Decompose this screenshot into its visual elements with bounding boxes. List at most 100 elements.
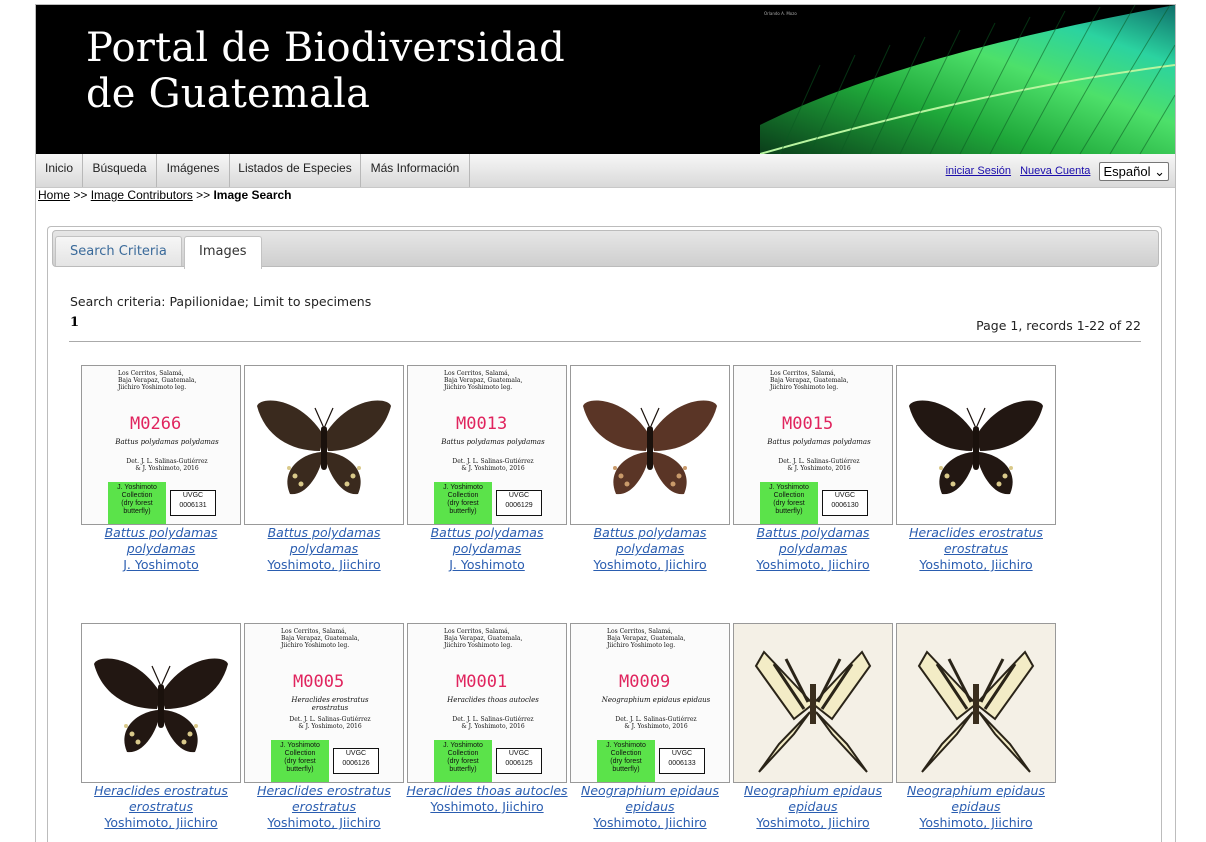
- catalog-tag: UVGC 0006130: [822, 490, 868, 516]
- species-link[interactable]: Heraclides erostratus erostratus: [77, 783, 245, 815]
- catalog-tag: UVGC 0006129: [496, 490, 542, 516]
- image-caption: Neographium epidaus epidaus Yoshimoto, Ji…: [892, 783, 1060, 831]
- species-link[interactable]: Battus polydamas polydamas: [403, 525, 571, 557]
- specimen-code: M0013: [456, 414, 508, 434]
- contributor-link[interactable]: J. Yoshimoto: [403, 557, 571, 573]
- contributor-link[interactable]: J. Yoshimoto: [77, 557, 245, 573]
- nav-mas-informacion[interactable]: Más Información: [361, 154, 470, 187]
- image-caption: Heraclides erostratus erostratus Yoshimot…: [892, 525, 1060, 573]
- species-link[interactable]: Heraclides thoas autocles: [403, 783, 571, 799]
- site-banner: Portal de Biodiversidad de Guatemala Orl…: [36, 5, 1175, 154]
- collection-label: J. Yoshimoto Collection (dry forest butt…: [108, 482, 166, 524]
- nav-imagenes[interactable]: Imágenes: [157, 154, 230, 187]
- image-result: Neographium epidaus epidaus Yoshimoto, Ji…: [896, 623, 1056, 842]
- chevron-down-icon: ⌄: [1154, 164, 1165, 179]
- label-determiner: Det. J. L. Salinas-Gutiérrez & J. Yoshim…: [452, 458, 534, 472]
- species-link[interactable]: Neographium epidaus epidaus: [892, 783, 1060, 815]
- contributor-link[interactable]: Yoshimoto, Jiichiro: [566, 557, 734, 573]
- main-nav: Inicio Búsqueda Imágenes Listados de Esp…: [36, 154, 1175, 188]
- language-select[interactable]: Español ⌄: [1099, 162, 1169, 181]
- label-species: Heraclides thoas autocles: [447, 696, 539, 704]
- contributor-link[interactable]: Yoshimoto, Jiichiro: [566, 815, 734, 831]
- breadcrumb-separator: >>: [196, 188, 211, 202]
- species-link[interactable]: Battus polydamas polydamas: [240, 525, 408, 557]
- collection-label: J. Yoshimoto Collection (dry forest butt…: [271, 740, 329, 782]
- image-thumbnail[interactable]: [244, 365, 404, 525]
- image-thumbnail[interactable]: [733, 623, 893, 783]
- contributor-link[interactable]: Yoshimoto, Jiichiro: [729, 557, 897, 573]
- image-thumbnail[interactable]: [570, 365, 730, 525]
- image-thumbnail[interactable]: [81, 623, 241, 783]
- divider: [69, 341, 1141, 342]
- collection-label: J. Yoshimoto Collection (dry forest butt…: [434, 482, 492, 524]
- image-result: Los Cerritos, Salamá, Baja Verapaz, Guat…: [406, 623, 568, 842]
- label-locality: Los Cerritos, Salamá, Baja Verapaz, Guat…: [770, 370, 849, 391]
- tab-bar: Search Criteria Images: [52, 230, 1159, 269]
- image-result: Los Cerritos, Salamá, Baja Verapaz, Guat…: [570, 623, 730, 842]
- species-link[interactable]: Heraclides erostratus erostratus: [240, 783, 408, 815]
- image-thumbnail[interactable]: Los Cerritos, Salamá, Baja Verapaz, Guat…: [81, 365, 241, 525]
- image-caption: Battus polydamas polydamas Yoshimoto, Jii…: [729, 525, 897, 573]
- label-determiner: Det. J. L. Salinas-Gutiérrez & J. Yoshim…: [452, 716, 534, 730]
- language-value: Español: [1103, 164, 1151, 179]
- image-caption: Battus polydamas polydamas J. Yoshimoto: [403, 525, 571, 573]
- contributor-link[interactable]: Yoshimoto, Jiichiro: [729, 815, 897, 831]
- species-link[interactable]: Battus polydamas polydamas: [77, 525, 245, 557]
- nav-inicio[interactable]: Inicio: [36, 154, 83, 187]
- image-thumbnail[interactable]: Los Cerritos, Salamá, Baja Verapaz, Guat…: [407, 623, 567, 783]
- image-caption: Neographium epidaus epidaus Yoshimoto, Ji…: [566, 783, 734, 831]
- image-result: Neographium epidaus epidaus Yoshimoto, Ji…: [733, 623, 893, 842]
- image-result: Los Cerritos, Salamá, Baja Verapaz, Guat…: [407, 365, 567, 605]
- contributor-link[interactable]: Yoshimoto, Jiichiro: [240, 815, 408, 831]
- species-link[interactable]: Neographium epidaus epidaus: [566, 783, 734, 815]
- image-caption: Heraclides erostratus erostratus Yoshimot…: [77, 783, 245, 831]
- image-caption: Battus polydamas polydamas Yoshimoto, Jii…: [566, 525, 734, 573]
- image-thumbnail[interactable]: Los Cerritos, Salamá, Baja Verapaz, Guat…: [407, 365, 567, 525]
- breadcrumb: Home >> Image Contributors >> Image Sear…: [38, 188, 292, 202]
- specimen-code: M0015: [782, 414, 834, 434]
- breadcrumb-home[interactable]: Home: [38, 188, 70, 202]
- image-result: Los Cerritos, Salamá, Baja Verapaz, Guat…: [244, 623, 404, 842]
- nav-busqueda[interactable]: Búsqueda: [83, 154, 157, 187]
- quetzal-feather-icon: [760, 5, 1175, 154]
- species-link[interactable]: Neographium epidaus epidaus: [729, 783, 897, 815]
- search-criteria-text: Search criteria: Papilionidae; Limit to …: [70, 294, 372, 309]
- new-account-link[interactable]: Nueva Cuenta: [1020, 165, 1090, 177]
- login-link[interactable]: iniciar Sesión: [946, 165, 1011, 177]
- label-locality: Los Cerritos, Salamá, Baja Verapaz, Guat…: [444, 370, 523, 391]
- catalog-tag: UVGC 0006131: [170, 490, 216, 516]
- contributor-link[interactable]: Yoshimoto, Jiichiro: [240, 557, 408, 573]
- nav-listados[interactable]: Listados de Especies: [230, 154, 361, 187]
- specimen-code: M0266: [130, 414, 182, 434]
- species-link[interactable]: Heraclides erostratus erostratus: [892, 525, 1060, 557]
- breadcrumb-separator: >>: [73, 188, 88, 202]
- site-title: Portal de Biodiversidad de Guatemala: [86, 25, 565, 117]
- collection-label: J. Yoshimoto Collection (dry forest butt…: [760, 482, 818, 524]
- image-result: Battus polydamas polydamas Yoshimoto, Jii…: [570, 365, 730, 605]
- image-caption: Battus polydamas polydamas Yoshimoto, Jii…: [240, 525, 408, 573]
- label-species: Battus polydamas polydamas: [115, 438, 219, 446]
- catalog-tag: UVGC 0006125: [496, 748, 542, 774]
- image-thumbnail[interactable]: Los Cerritos, Salamá, Baja Verapaz, Guat…: [570, 623, 730, 783]
- page-number-link[interactable]: 1: [70, 315, 79, 330]
- image-thumbnail[interactable]: [896, 365, 1056, 525]
- image-thumbnail[interactable]: Los Cerritos, Salamá, Baja Verapaz, Guat…: [244, 623, 404, 783]
- species-link[interactable]: Battus polydamas polydamas: [566, 525, 734, 557]
- tab-search-criteria[interactable]: Search Criteria: [55, 236, 182, 266]
- label-species: Heraclides erostratus erostratus: [291, 696, 369, 712]
- contributor-link[interactable]: Yoshimoto, Jiichiro: [403, 799, 571, 815]
- image-result: Los Cerritos, Salamá, Baja Verapaz, Guat…: [733, 365, 893, 605]
- image-thumbnail[interactable]: [896, 623, 1056, 783]
- specimen-code: M0001: [456, 672, 508, 692]
- contributor-link[interactable]: Yoshimoto, Jiichiro: [77, 815, 245, 831]
- specimen-code: M0005: [293, 672, 345, 692]
- contributor-link[interactable]: Yoshimoto, Jiichiro: [892, 557, 1060, 573]
- species-link[interactable]: Battus polydamas polydamas: [729, 525, 897, 557]
- contributor-link[interactable]: Yoshimoto, Jiichiro: [892, 815, 1060, 831]
- image-result: Battus polydamas polydamas Yoshimoto, Jii…: [244, 365, 404, 605]
- page-container: Portal de Biodiversidad de Guatemala Orl…: [35, 4, 1176, 842]
- breadcrumb-contributors[interactable]: Image Contributors: [91, 188, 193, 202]
- image-thumbnail[interactable]: Los Cerritos, Salamá, Baja Verapaz, Guat…: [733, 365, 893, 525]
- tab-images[interactable]: Images: [184, 236, 262, 269]
- image-result: Heraclides erostratus erostratus Yoshimot…: [81, 623, 241, 842]
